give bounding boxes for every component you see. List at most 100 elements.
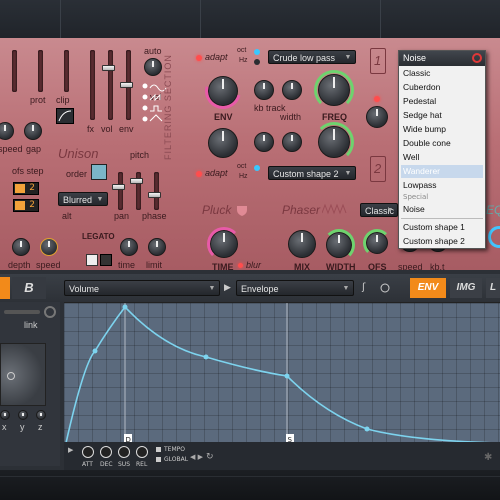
adapt-led[interactable]: [196, 55, 202, 61]
phaser-mix-knob[interactable]: [288, 230, 316, 258]
unison-step[interactable]: 2: [13, 199, 39, 212]
menu-item[interactable]: Double cone: [401, 137, 483, 150]
time-label: time: [118, 260, 136, 270]
pan-slider-handle[interactable]: [112, 184, 125, 190]
hz-led[interactable]: [254, 59, 260, 65]
unison-mode-dropdown[interactable]: Blurred ▼: [58, 192, 108, 206]
phase-slider[interactable]: [154, 172, 159, 210]
gap-knob[interactable]: [24, 122, 42, 140]
x-knob[interactable]: [0, 410, 10, 420]
filter-mix-knob[interactable]: [366, 106, 388, 128]
kb-track-knob[interactable]: [254, 80, 274, 100]
legato-toggle[interactable]: [86, 254, 98, 266]
slot-a-tab[interactable]: [0, 277, 10, 299]
link-knob[interactable]: [44, 306, 56, 318]
adapt-label: adapt: [205, 52, 228, 62]
porta-toggle[interactable]: [100, 254, 112, 266]
filter2-width-knob[interactable]: [282, 132, 302, 152]
tab-env[interactable]: ENV: [410, 278, 446, 298]
mode-dropdown[interactable]: Envelope ▼: [236, 280, 354, 296]
sus-knob[interactable]: [118, 446, 130, 458]
menu-header[interactable]: Noise: [399, 51, 485, 66]
z-knob[interactable]: [36, 410, 46, 420]
xy-handle[interactable]: [7, 372, 15, 380]
menu-item[interactable]: Custom shape 2: [401, 235, 483, 248]
filter-width-label: width: [280, 112, 302, 122]
filter-mix-led[interactable]: [374, 96, 380, 102]
close-icon[interactable]: [472, 53, 482, 63]
link-slider[interactable]: [4, 310, 40, 314]
slot-b-tab[interactable]: B: [12, 277, 46, 299]
rel-knob[interactable]: [136, 446, 148, 458]
filter2-type-dropdown[interactable]: Custom shape 2 ▼: [268, 166, 356, 180]
divider: [0, 476, 500, 477]
blur-label: blur: [246, 260, 262, 270]
menu-item[interactable]: Wide bump: [401, 123, 483, 136]
y-knob[interactable]: [18, 410, 28, 420]
pan-slider[interactable]: [118, 172, 123, 210]
target-dropdown[interactable]: Volume ▼: [64, 280, 220, 296]
menu-item[interactable]: Lowpass: [401, 179, 483, 192]
slider-track[interactable]: [12, 50, 17, 92]
order-toggle[interactable]: [91, 164, 107, 180]
global-checkbox[interactable]: [156, 457, 161, 462]
expand-icon[interactable]: ▶: [68, 446, 76, 454]
slider-track[interactable]: [38, 50, 43, 92]
tab-lfo[interactable]: L: [486, 278, 500, 298]
shield-icon: [236, 204, 248, 216]
menu-item[interactable]: Noise: [401, 203, 483, 216]
filter-width-knob[interactable]: [282, 80, 302, 100]
menu-section-label: Special: [403, 193, 429, 201]
depth-knob[interactable]: [12, 238, 30, 256]
env-slider-handle[interactable]: [120, 82, 133, 88]
menu-item-selected[interactable]: Wanderer: [401, 165, 483, 178]
settings-icon[interactable]: ✱: [484, 452, 496, 464]
filter2-freq-ring: [314, 122, 354, 162]
tempo-label: TEMPO: [164, 446, 185, 453]
menu-item[interactable]: Well: [401, 151, 483, 164]
vol-slider-handle[interactable]: [102, 65, 115, 71]
filter2-slot[interactable]: 2: [370, 156, 386, 182]
envelope-graph[interactable]: D S: [64, 302, 500, 444]
menu-item[interactable]: Classic: [401, 67, 483, 80]
oct2-led[interactable]: [254, 165, 260, 171]
bottom-strip: [0, 470, 500, 500]
menu-item[interactable]: Pedestal: [401, 95, 483, 108]
limit-knob[interactable]: [148, 238, 166, 256]
dec-knob[interactable]: [100, 446, 112, 458]
pitch-slider-handle[interactable]: [130, 178, 143, 184]
tab-img[interactable]: IMG: [450, 278, 482, 298]
strip-divider: [60, 0, 90, 38]
auto-knob[interactable]: [144, 58, 162, 76]
slider-track[interactable]: [64, 50, 69, 92]
tempo-checkbox[interactable]: [156, 447, 161, 452]
filter2-env-knob[interactable]: [208, 128, 238, 158]
att-knob[interactable]: [82, 446, 94, 458]
snap-icon[interactable]: [378, 282, 392, 294]
time-knob[interactable]: [120, 238, 138, 256]
phaser-preset-dropdown[interactable]: Classic ▼: [360, 203, 398, 217]
blur-led[interactable]: [238, 263, 243, 268]
filter1-type-dropdown[interactable]: Crude low pass ▼: [268, 50, 356, 64]
menu-item[interactable]: Cuberdon: [401, 81, 483, 94]
phase-slider-handle[interactable]: [148, 192, 161, 198]
xy-pad[interactable]: [0, 343, 46, 406]
shape-menu[interactable]: Noise Classic Cuberdon Pedestal Sedge ha…: [398, 50, 486, 249]
menu-item[interactable]: Sedge hat: [401, 109, 483, 122]
freq-label: FREQ: [322, 112, 348, 122]
unison-count[interactable]: 2: [13, 182, 39, 195]
unison-speed-knob[interactable]: [40, 238, 58, 256]
fx-slider[interactable]: [90, 50, 95, 120]
filter2-kb-knob[interactable]: [254, 132, 274, 152]
adapt2-led[interactable]: [196, 171, 202, 177]
clip-label: clip: [56, 95, 70, 105]
curve-button[interactable]: [56, 108, 74, 124]
curve-icon[interactable]: ʃ: [362, 282, 372, 294]
loop-icon[interactable]: ↻: [206, 452, 216, 462]
envelope-curve[interactable]: D S: [64, 303, 500, 444]
oct-led[interactable]: [254, 49, 260, 55]
filter1-slot[interactable]: 1: [370, 48, 386, 74]
x-label: x: [2, 422, 7, 432]
vol-slider[interactable]: [108, 50, 113, 120]
menu-item[interactable]: Custom shape 1: [401, 221, 483, 234]
